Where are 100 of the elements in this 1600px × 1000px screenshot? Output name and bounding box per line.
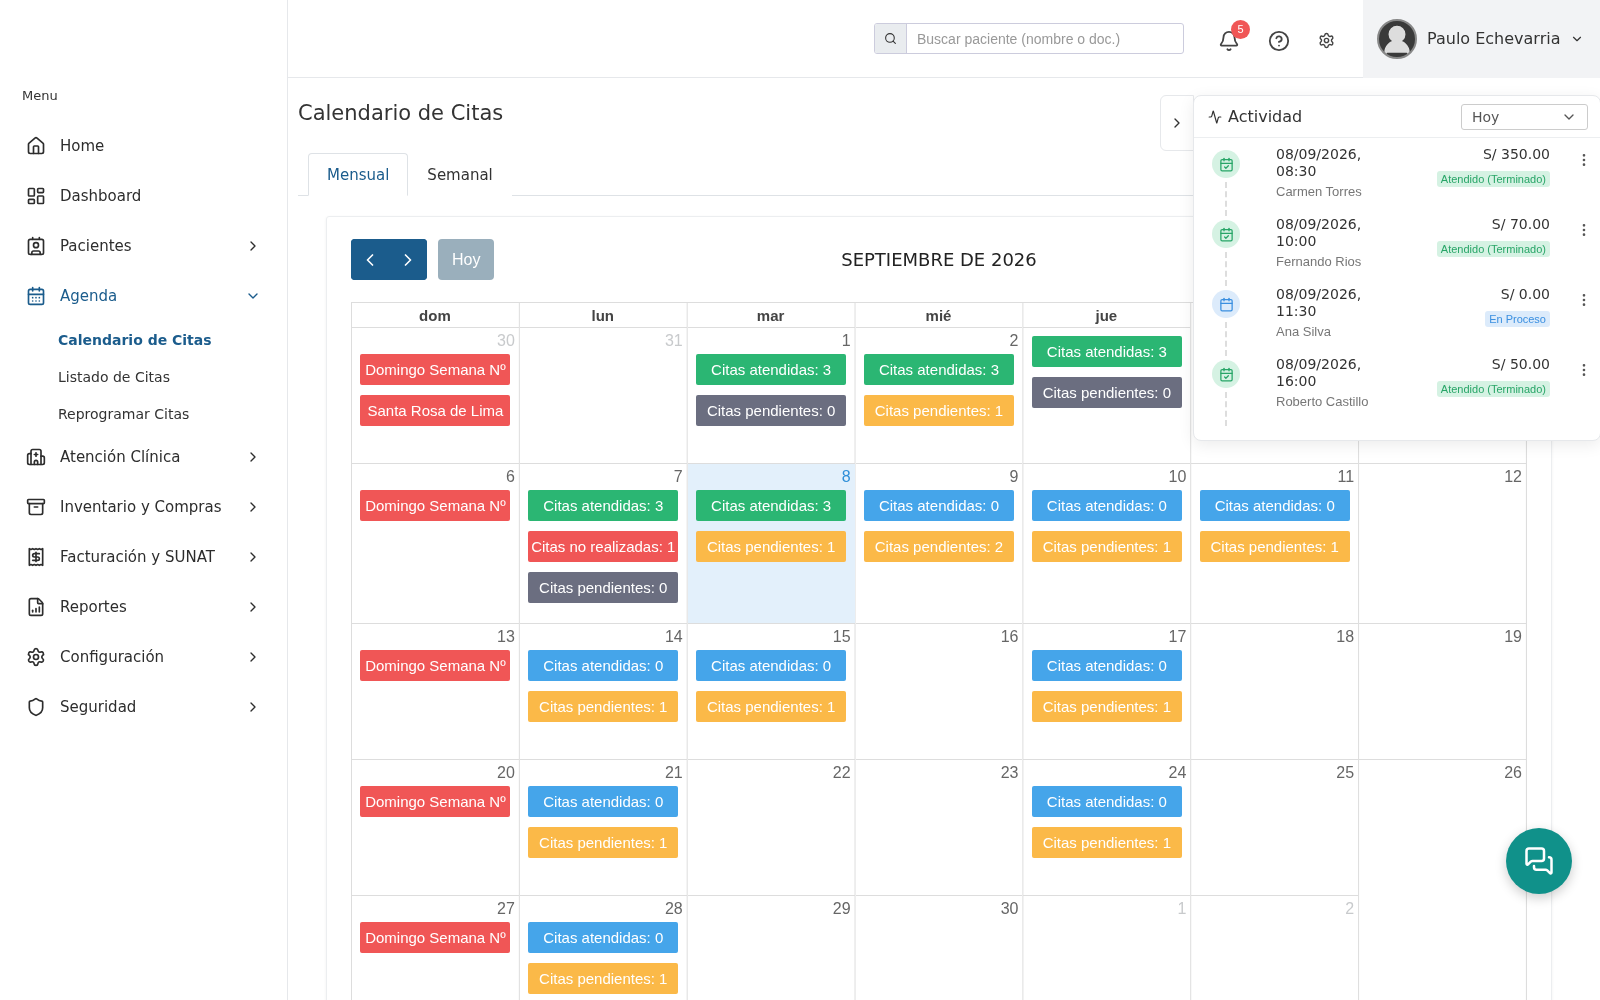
- day-number: 25: [1335, 763, 1356, 783]
- day-number: 18: [1335, 627, 1356, 647]
- calendar-event[interactable]: Citas atendidas: 3: [696, 354, 847, 385]
- day-number: 19: [1503, 627, 1523, 647]
- tab[interactable]: Mensual: [308, 153, 409, 196]
- submenu-item[interactable]: Listado de Citas: [0, 358, 287, 395]
- month-title: SEPTIEMBRE DE 2026: [841, 249, 1037, 270]
- status-badge: En Proceso: [1485, 311, 1550, 327]
- calendar-event[interactable]: Citas pendientes: 1: [864, 395, 1014, 426]
- calendar-event[interactable]: Citas pendientes: 1: [1031, 827, 1182, 858]
- panel-title: Actividad: [1228, 107, 1304, 126]
- day-number: 15: [831, 627, 852, 647]
- amount: S/ 50.00: [1491, 356, 1550, 372]
- status-badge: Atendido (Terminado): [1436, 241, 1550, 257]
- day-number: 9: [1008, 467, 1020, 487]
- help-icon: [1268, 29, 1290, 52]
- appointment-time: 08/09/2026, 08:30: [1276, 146, 1363, 180]
- calendar-event[interactable]: Citas pendientes: 1: [528, 691, 679, 722]
- amount: S/ 70.00: [1491, 216, 1550, 232]
- calendar-event[interactable]: Domingo Semana Nº: [360, 490, 511, 521]
- day-number: 27: [496, 899, 516, 919]
- calendar-event[interactable]: Citas pendientes: 1: [528, 827, 679, 858]
- chat-button[interactable]: [1506, 828, 1572, 894]
- calendar-event[interactable]: Santa Rosa de Lima: [360, 395, 511, 426]
- calendar-event[interactable]: Citas pendientes: 1: [696, 691, 847, 722]
- calendar-event[interactable]: Citas atendidas: 0: [528, 786, 679, 817]
- calendar-event[interactable]: Citas atendidas: 0: [528, 922, 679, 953]
- calendar-event[interactable]: Citas atendidas: 0: [864, 490, 1014, 521]
- weekday-header: lun: [591, 306, 614, 324]
- day-number: 6: [504, 467, 516, 487]
- calendar-event[interactable]: Citas pendientes: 1: [1031, 691, 1182, 722]
- weekday-header: jue: [1095, 306, 1118, 324]
- calendar-event[interactable]: Citas atendidas: 0: [1031, 490, 1182, 521]
- notifications-button[interactable]: 5: [1212, 19, 1250, 58]
- calendar-event[interactable]: Citas pendientes: 1: [1199, 531, 1350, 562]
- calendar-event[interactable]: Citas atendidas: 3: [528, 490, 679, 521]
- calendar-event[interactable]: Citas atendidas: 0: [696, 650, 847, 681]
- calendar-event[interactable]: Citas pendientes: 1: [696, 531, 847, 562]
- menu-heading: Menu: [21, 88, 59, 105]
- weekday-header: mar: [756, 306, 785, 324]
- calendar-event[interactable]: Citas atendidas: 3: [696, 490, 847, 521]
- weekday-header: dom: [419, 306, 451, 324]
- day-number: 12: [1503, 467, 1523, 487]
- user-menu[interactable]: Paulo Echevarria: [1363, 0, 1600, 78]
- amount: S/ 350.00: [1482, 146, 1550, 162]
- shield-icon: [26, 697, 46, 717]
- calendar-event[interactable]: Citas pendientes: 0: [1031, 377, 1182, 408]
- sidebar-item[interactable]: Inventario y Compras: [0, 482, 287, 532]
- report-icon: [26, 597, 46, 617]
- dashboard-icon: [26, 186, 46, 206]
- calendar-event[interactable]: Citas atendidas: 3: [864, 354, 1014, 385]
- sidebar-item[interactable]: Dashboard: [0, 171, 287, 221]
- day-number: 17: [1167, 627, 1188, 647]
- calendar-event[interactable]: Citas atendidas: 3: [1031, 336, 1182, 367]
- calendar-event[interactable]: Citas pendientes: 1: [528, 963, 679, 994]
- home-icon: [26, 136, 46, 156]
- calendar-event[interactable]: Citas atendidas: 0: [1031, 650, 1182, 681]
- day-number: 30: [999, 899, 1020, 919]
- calendar-event[interactable]: Domingo Semana Nº: [360, 650, 511, 681]
- contact-card-icon: [26, 236, 46, 256]
- calendar-icon: [26, 286, 46, 306]
- calendar-event[interactable]: Citas pendientes: 0: [528, 572, 679, 603]
- patient-name: Ana Silva: [1276, 324, 1332, 339]
- calendar-event[interactable]: Citas pendientes: 2: [864, 531, 1014, 562]
- sidebar-item[interactable]: Agenda: [0, 271, 287, 321]
- sidebar-item[interactable]: Configuración: [0, 632, 287, 682]
- status-badge: Atendido (Terminado): [1436, 171, 1550, 187]
- day-number: 22: [831, 763, 852, 783]
- chat-icon: [1524, 846, 1554, 876]
- calendar-event[interactable]: Domingo Semana Nº: [360, 922, 511, 953]
- sidebar-item[interactable]: Reportes: [0, 582, 287, 632]
- sidebar-item[interactable]: Facturación y SUNAT: [0, 532, 287, 582]
- sidebar-item[interactable]: Pacientes: [0, 221, 287, 271]
- calendar-event[interactable]: Citas no realizadas: 1: [528, 531, 679, 562]
- sidebar-item[interactable]: Home: [0, 121, 287, 171]
- day-number: 11: [1336, 467, 1356, 487]
- day-number: 26: [1503, 763, 1523, 783]
- period-select[interactable]: Hoy: [1461, 103, 1588, 130]
- calendar-event[interactable]: Citas atendidas: 0: [528, 650, 679, 681]
- calendar-event[interactable]: Citas atendidas: 0: [1031, 786, 1182, 817]
- search-box[interactable]: Buscar paciente (nombre o doc.): [874, 23, 1184, 54]
- calendar-event[interactable]: Domingo Semana Nº: [360, 786, 511, 817]
- day-number: 14: [663, 627, 684, 647]
- calendar-event[interactable]: Citas pendientes: 1: [1031, 531, 1182, 562]
- day-number: 10: [1167, 467, 1188, 487]
- calendar-event[interactable]: Domingo Semana Nº: [360, 354, 511, 385]
- calendar-event[interactable]: Citas pendientes: 0: [696, 395, 847, 426]
- day-number: 2: [1008, 331, 1020, 351]
- submenu-item[interactable]: Reprogramar Citas: [0, 395, 287, 432]
- search-icon: [884, 32, 897, 45]
- sidebar-item[interactable]: Atención Clínica: [0, 432, 287, 482]
- submenu-item[interactable]: Calendario de Citas: [0, 321, 287, 358]
- day-number: 1: [840, 331, 852, 351]
- weekday-header: mié: [925, 306, 952, 324]
- receipt-icon: [26, 547, 46, 567]
- day-number: 7: [672, 467, 684, 487]
- activity-icon: [1208, 109, 1222, 124]
- sidebar-item[interactable]: Seguridad: [0, 682, 287, 732]
- patient-name: Roberto Castillo: [1276, 394, 1370, 409]
- calendar-event[interactable]: Citas atendidas: 0: [1199, 490, 1350, 521]
